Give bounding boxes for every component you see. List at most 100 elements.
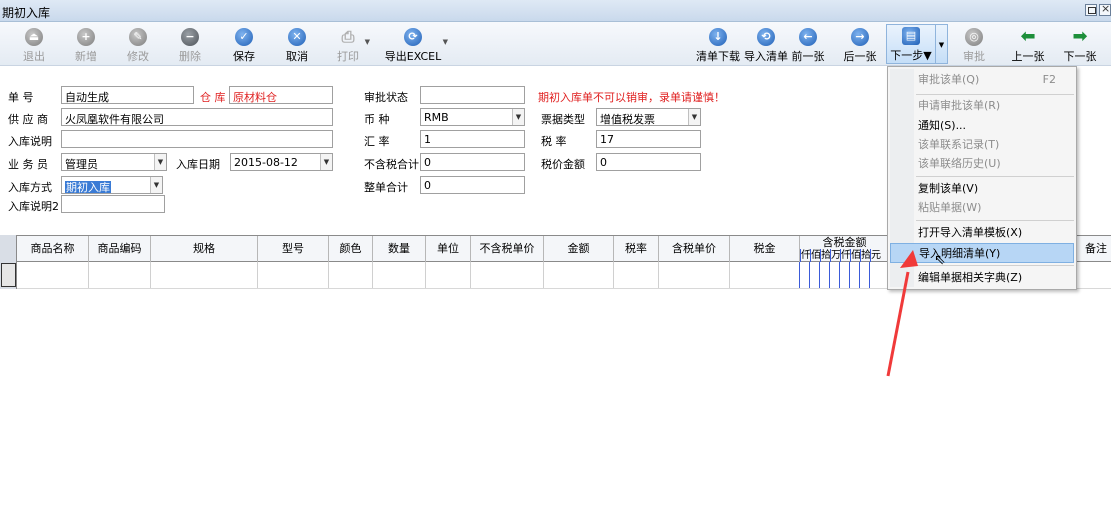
invoice-type-select[interactable]: 增值税发票 ▼	[596, 108, 701, 126]
print-dropdown-caret[interactable]: ▼	[365, 38, 370, 46]
inbound-date-picker[interactable]: 2015-08-12 ▼	[230, 153, 333, 171]
grid-cell[interactable]	[17, 262, 89, 288]
digit-cell[interactable]	[800, 262, 810, 288]
approve-button-label: 审批	[963, 50, 985, 63]
doc-no-field[interactable]: 自动生成	[61, 86, 194, 104]
note2-field[interactable]	[61, 195, 165, 213]
window-titlebar: 期初入库	[0, 0, 1111, 22]
column-header[interactable]: 不含税单价	[471, 236, 544, 262]
previous-record-button-label: 上一张	[1011, 50, 1045, 63]
menu-separator	[916, 220, 1074, 221]
menu-item-request-approval[interactable]: 申请审批该单(R)	[890, 96, 1074, 116]
column-header[interactable]: 含税单价	[659, 236, 730, 262]
digit-cell[interactable]	[860, 262, 870, 288]
inbound-method-select[interactable]: 期初入库 ▼	[61, 176, 163, 194]
approval-status-field[interactable]	[420, 86, 525, 104]
column-header[interactable]: 税金	[730, 236, 800, 262]
menu-item-open-import-template[interactable]: 打开导入清单模板(X)	[890, 223, 1074, 243]
grid-cell[interactable]	[426, 262, 471, 288]
digit-cell[interactable]	[830, 262, 840, 288]
grid-cell[interactable]	[544, 262, 614, 288]
next-step-button[interactable]: ▤ 下一步▼	[886, 24, 936, 64]
approve-button[interactable]: ◎ 审批	[950, 26, 998, 64]
delete-icon: −	[181, 28, 199, 46]
column-header[interactable]: 商品编码	[89, 236, 151, 262]
close-window-icon[interactable]	[1099, 2, 1111, 16]
restore-window-icon[interactable]	[1085, 4, 1097, 16]
column-header[interactable]: 备注	[1081, 236, 1111, 262]
column-header[interactable]: 商品名称	[17, 236, 89, 262]
menu-item-contact-records[interactable]: 该单联系记录(T)	[890, 135, 1074, 155]
whole-total-field[interactable]: 0	[420, 176, 525, 194]
chevron-down-icon[interactable]: ▼	[154, 154, 166, 170]
grid-cell[interactable]	[471, 262, 544, 288]
import-list-button[interactable]: ⟲ 导入清单	[742, 26, 790, 64]
previous-record-button[interactable]: ⬅ 上一张	[1004, 26, 1052, 64]
column-header[interactable]: 型号	[258, 236, 329, 262]
chevron-down-icon[interactable]: ▼	[150, 177, 162, 193]
warehouse-value: 原材料仓	[233, 91, 277, 104]
column-header[interactable]: 数量	[373, 236, 426, 262]
exit-button[interactable]: ⏏ 退出	[10, 26, 58, 64]
grid-cell[interactable]	[373, 262, 426, 288]
export-excel-button[interactable]: ⟳ 导出EXCEL ▼	[382, 26, 448, 64]
digit-cell[interactable]	[850, 262, 860, 288]
untaxed-total-field[interactable]: 0	[420, 153, 525, 171]
previous-doc-button[interactable]: ← 前一张	[784, 26, 832, 64]
next-step-dropdown-menu: 审批该单(Q) F2 申请审批该单(R) 通知(S)... 该单联系记录(T) 该…	[887, 66, 1077, 290]
grid-cell[interactable]	[89, 262, 151, 288]
salesman-select[interactable]: 管理员 ▼	[61, 153, 167, 171]
next-record-button[interactable]: ➡ 下一张	[1056, 26, 1104, 64]
current-row-indicator[interactable]	[1, 263, 16, 287]
delete-button[interactable]: − 删除	[166, 26, 214, 64]
tax-amount-field[interactable]: 0	[596, 153, 701, 171]
download-list-button[interactable]: ↓ 清单下载	[694, 26, 742, 64]
doc-no-label: 单 号	[8, 91, 34, 104]
exchange-rate-field[interactable]: 1	[420, 130, 525, 148]
next-step-dropdown-caret[interactable]: ▼	[936, 24, 948, 64]
edit-button[interactable]: ✎ 修改	[114, 26, 162, 64]
menu-item-approve[interactable]: 审批该单(Q) F2	[890, 70, 1074, 90]
grid-cell[interactable]	[329, 262, 373, 288]
tax-rate-label: 税 率	[541, 135, 567, 148]
menu-separator	[916, 176, 1074, 177]
warehouse-field[interactable]: 原材料仓	[229, 86, 333, 104]
print-button[interactable]: ⎙ 打印 ▼	[324, 26, 372, 64]
digit-cell[interactable]	[810, 262, 820, 288]
digit-cell[interactable]	[840, 262, 850, 288]
tax-rate-field[interactable]: 17	[596, 130, 701, 148]
chevron-down-icon[interactable]: ▼	[512, 109, 524, 125]
grid-cell[interactable]	[659, 262, 730, 288]
grid-cell[interactable]	[730, 262, 800, 288]
currency-select[interactable]: RMB ▼	[420, 108, 525, 126]
export-excel-icon: ⟳	[404, 28, 422, 46]
menu-item-import-detail-list[interactable]: 导入明细清单(Y)	[890, 243, 1074, 263]
window-title: 期初入库	[2, 6, 51, 20]
column-header[interactable]: 颜色	[329, 236, 373, 262]
add-button[interactable]: + 新增	[62, 26, 110, 64]
export-dropdown-caret[interactable]: ▼	[443, 38, 448, 46]
grid-cell[interactable]	[151, 262, 258, 288]
digit-cell[interactable]	[820, 262, 830, 288]
cancel-button[interactable]: ✕ 取消	[273, 26, 321, 64]
supplier-field[interactable]: 火凤凰软件有限公司	[61, 108, 333, 126]
note-field[interactable]	[61, 130, 333, 148]
menu-item-paste-document[interactable]: 粘贴单据(W)	[890, 198, 1074, 218]
column-header[interactable]: 单位	[426, 236, 471, 262]
chevron-down-icon[interactable]: ▼	[320, 154, 332, 170]
grid-cell[interactable]	[258, 262, 329, 288]
menu-item-notify[interactable]: 通知(S)...	[890, 116, 1074, 136]
save-button[interactable]: ✓ 保存	[220, 26, 268, 64]
column-header[interactable]: 税率	[614, 236, 659, 262]
menu-item-contact-history[interactable]: 该单联络历史(U)	[890, 154, 1074, 174]
column-header[interactable]: 规格	[151, 236, 258, 262]
menu-item-edit-dictionary[interactable]: 编辑单据相关字典(Z)	[890, 268, 1074, 288]
arrow-left-icon: ←	[799, 28, 817, 46]
menu-item-label: 导入明细清单(Y)	[919, 247, 1001, 260]
menu-item-copy-document[interactable]: 复制该单(V)	[890, 179, 1074, 199]
tax-inclusive-amount-header[interactable]: 含税金额 仟 佰 拾 万 仟 佰 拾 元	[800, 236, 890, 262]
column-header[interactable]: 金额	[544, 236, 614, 262]
next-doc-button[interactable]: → 后一张	[836, 26, 884, 64]
grid-cell[interactable]	[614, 262, 659, 288]
chevron-down-icon[interactable]: ▼	[688, 109, 700, 125]
